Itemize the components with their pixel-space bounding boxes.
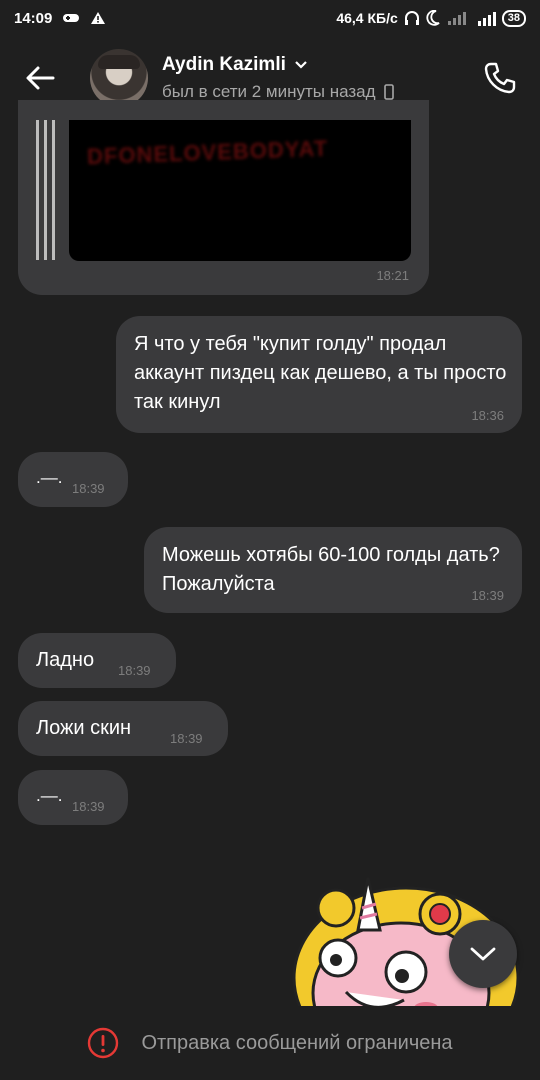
- message-bubble-incoming[interactable]: .—. 18:39: [18, 452, 128, 507]
- message-time: 18:39: [72, 481, 105, 496]
- media-caption: DFONELOVEBODYAT: [86, 135, 329, 170]
- message-bubble-incoming[interactable]: Ложи скин 18:39: [18, 701, 228, 756]
- status-time: 14:09: [14, 9, 53, 27]
- moon-icon: [426, 10, 440, 26]
- scroll-down-icon: [470, 947, 496, 961]
- call-button[interactable]: [480, 58, 520, 98]
- message-bubble-outgoing[interactable]: Можешь хотябы 60-100 голды дать? Пожалуй…: [144, 527, 522, 613]
- status-bar: 14:09 46,4 КБ/с 38: [0, 0, 540, 36]
- media-preview[interactable]: DFONELOVEBODYAT: [69, 120, 411, 261]
- message-time: 18:21: [376, 268, 409, 283]
- network-speed: 46,4 КБ/с: [336, 10, 398, 26]
- back-arrow-icon: [26, 66, 55, 90]
- chevron-down-icon: [295, 61, 307, 69]
- contact-info[interactable]: Aydin Kazimli был в сети 2 минуты назад: [162, 54, 394, 102]
- gamepad-icon: [62, 12, 80, 24]
- message-bubble-incoming[interactable]: Ладно 18:39: [18, 633, 176, 688]
- message-bubble-incoming[interactable]: .—. 18:39: [18, 770, 128, 825]
- message-text: Ложи скин: [36, 717, 132, 739]
- messaging-restricted-bar: Отправка сообщений ограничена: [0, 1006, 540, 1080]
- signal-4g-icon: [472, 10, 496, 26]
- phone-icon: [484, 62, 516, 94]
- message-text: Я что у тебя "купит голду" продал аккаун…: [134, 333, 507, 413]
- message-text: Ладно: [36, 649, 95, 671]
- message-time: 18:39: [170, 731, 203, 746]
- scroll-down-button[interactable]: [449, 920, 517, 988]
- message-text: .—.: [36, 786, 63, 805]
- message-time: 18:36: [471, 408, 504, 423]
- message-time: 18:39: [72, 799, 105, 814]
- headphones-icon: [404, 10, 420, 26]
- alert-triangle-icon: [90, 11, 106, 25]
- message-text: .—.: [36, 468, 63, 487]
- last-seen-status: был в сети 2 минуты назад: [162, 82, 376, 101]
- message-text: Можешь хотябы 60-100 голды дать? Пожалуй…: [162, 544, 500, 595]
- media-filmstrip: [36, 120, 56, 260]
- signal-icon: [446, 11, 466, 25]
- message-time: 18:39: [118, 663, 151, 678]
- warning-icon: [88, 1027, 119, 1059]
- contact-avatar[interactable]: [90, 49, 148, 107]
- restriction-text: Отправка сообщений ограничена: [141, 1031, 453, 1054]
- mobile-device-icon: [383, 84, 394, 100]
- message-bubble-outgoing[interactable]: Я что у тебя "купит голду" продал аккаун…: [116, 316, 522, 433]
- message-time: 18:39: [471, 588, 504, 603]
- battery-indicator: 38: [501, 9, 526, 27]
- contact-name: Aydin Kazimli: [162, 54, 286, 75]
